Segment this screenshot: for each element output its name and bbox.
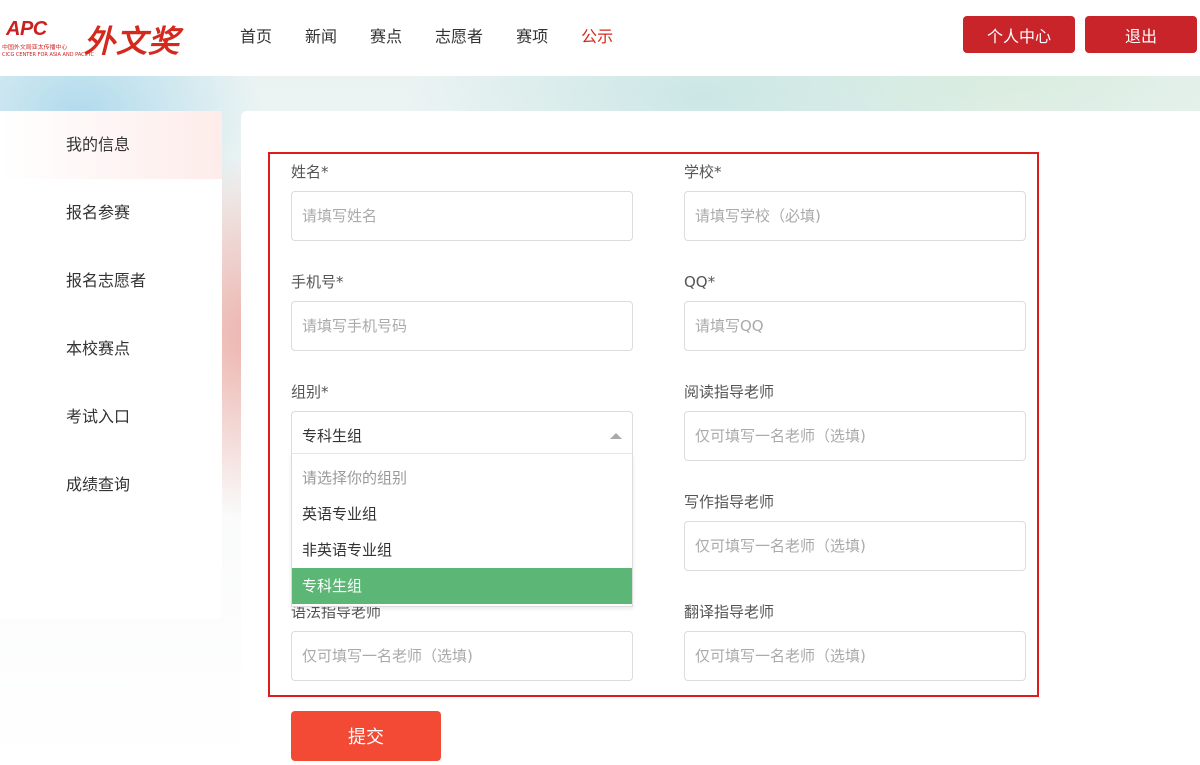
sidebar: 我的信息 报名参赛 报名志愿者 本校赛点 考试入口 成绩查询 <box>0 111 222 619</box>
nav-venues[interactable]: 赛点 <box>370 26 402 48</box>
apc-logo-subtitle: 中国外文局亚太传播中心 <box>2 43 68 51</box>
apc-logo-mark: APC 中国外文局亚太传播中心 CICG CENTER FOR ASIA AND… <box>2 16 94 60</box>
translation-teacher-field[interactable] <box>684 631 1026 681</box>
nav-events[interactable]: 赛项 <box>516 26 548 48</box>
group-dropdown-menu: 请选择你的组别 英语专业组 非英语专业组 专科生组 <box>291 453 633 607</box>
school-label: 学校* <box>684 163 722 181</box>
sidebar-item-exam-entry[interactable]: 考试入口 <box>0 383 222 451</box>
group-select[interactable]: 专科生组 <box>291 411 633 455</box>
group-option-junior-college[interactable]: 专科生组 <box>292 568 632 604</box>
brand-title: 外文奖 <box>84 24 180 60</box>
personal-center-button[interactable]: 个人中心 <box>963 16 1075 53</box>
caret-up-icon <box>610 433 622 439</box>
group-select-value: 专科生组 <box>302 427 363 445</box>
sidebar-item-register-volunteer[interactable]: 报名志愿者 <box>0 247 222 315</box>
sidebar-item-school-venue[interactable]: 本校赛点 <box>0 315 222 383</box>
writing-teacher-field[interactable] <box>684 521 1026 571</box>
reading-teacher-field[interactable] <box>684 411 1026 461</box>
apc-logo-text: APC <box>6 18 47 40</box>
phone-field[interactable] <box>291 301 633 351</box>
nav-news[interactable]: 新闻 <box>305 26 337 48</box>
group-option-english-major[interactable]: 英语专业组 <box>292 496 632 532</box>
grammar-teacher-field[interactable] <box>291 631 633 681</box>
submit-button[interactable]: 提交 <box>291 711 441 761</box>
group-option-non-english-major[interactable]: 非英语专业组 <box>292 532 632 568</box>
school-field[interactable] <box>684 191 1026 241</box>
writing-teacher-label: 写作指导老师 <box>684 493 775 511</box>
qq-field[interactable] <box>684 301 1026 351</box>
sidebar-item-register-contest[interactable]: 报名参赛 <box>0 179 222 247</box>
phone-label: 手机号* <box>291 273 344 291</box>
name-label: 姓名* <box>291 163 329 181</box>
reading-teacher-label: 阅读指导老师 <box>684 383 775 401</box>
logout-button[interactable]: 退出 <box>1085 16 1197 53</box>
main-nav: 首页 新闻 赛点 志愿者 赛项 公示 <box>240 26 646 48</box>
nav-home[interactable]: 首页 <box>240 26 272 48</box>
nav-announcements[interactable]: 公示 <box>581 26 613 48</box>
nav-volunteers[interactable]: 志愿者 <box>435 26 483 48</box>
name-field[interactable] <box>291 191 633 241</box>
site-logo[interactable]: APC 中国外文局亚太传播中心 CICG CENTER FOR ASIA AND… <box>0 14 210 62</box>
sidebar-item-my-info[interactable]: 我的信息 <box>0 111 222 179</box>
group-option-placeholder[interactable]: 请选择你的组别 <box>292 460 632 496</box>
top-header: APC 中国外文局亚太传播中心 CICG CENTER FOR ASIA AND… <box>0 0 1200 76</box>
sidebar-item-score-query[interactable]: 成绩查询 <box>0 451 222 519</box>
translation-teacher-label: 翻译指导老师 <box>684 603 775 621</box>
apc-logo-subtitle-en: CICG CENTER FOR ASIA AND PACIFIC <box>2 52 94 58</box>
group-label: 组别* <box>291 383 329 401</box>
qq-label: QQ* <box>684 273 716 291</box>
